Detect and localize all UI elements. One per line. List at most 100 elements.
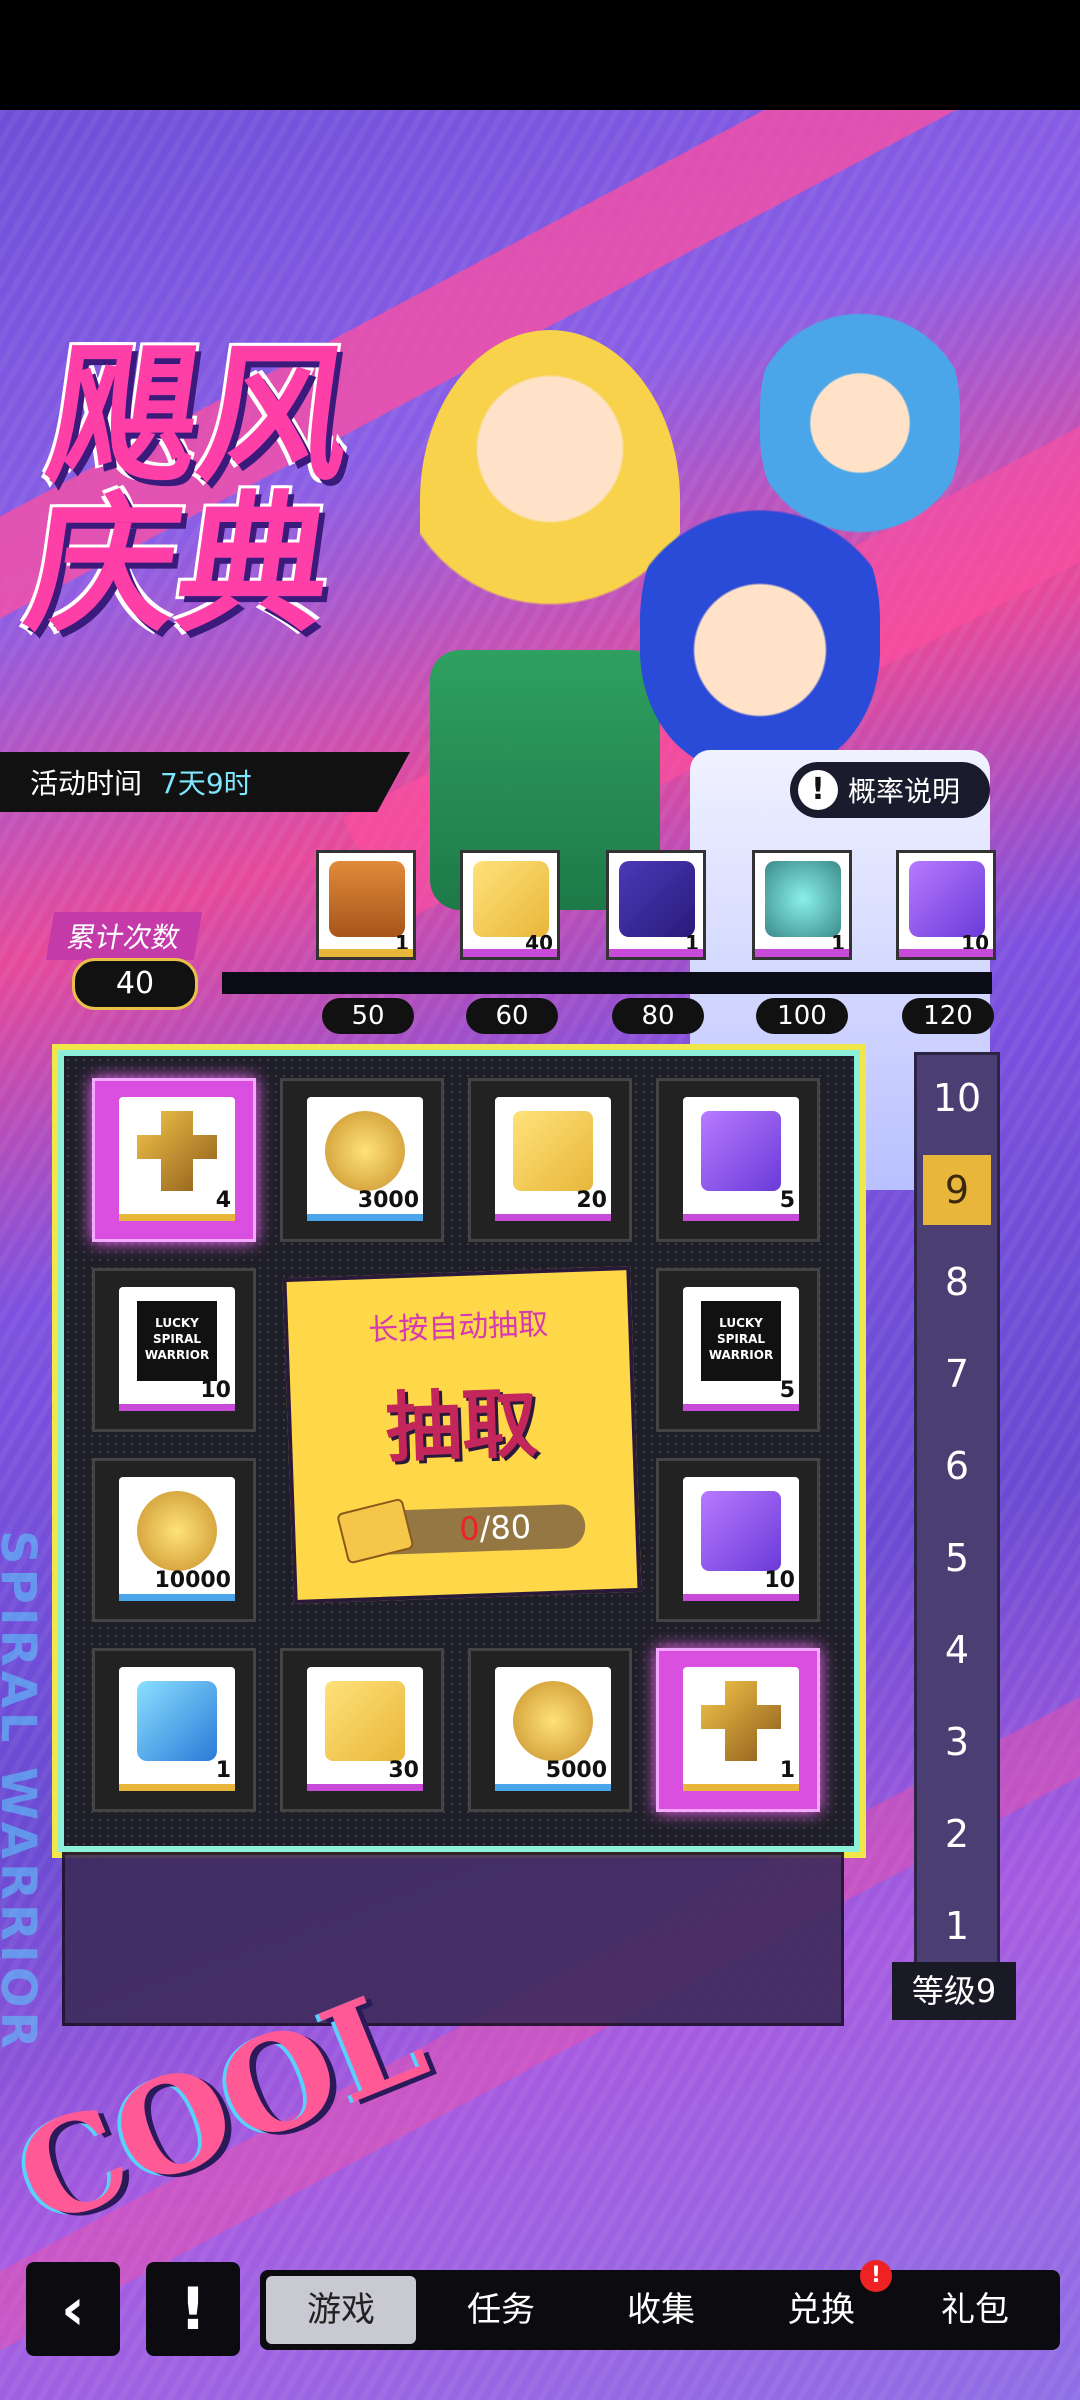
reward-cell: 1 — [656, 1648, 820, 1812]
tab-gift-pack[interactable]: 礼包 — [900, 2276, 1050, 2344]
level-item[interactable]: 1 — [917, 1891, 997, 1961]
lucky-text: WARRIOR — [708, 1348, 774, 1362]
milestone-reward[interactable]: 40 — [460, 850, 560, 960]
rarity-bar — [609, 949, 703, 957]
lucky-text: WARRIOR — [144, 1348, 210, 1362]
rarity-bar — [683, 1594, 799, 1601]
gold-ticket-icon — [336, 1497, 415, 1565]
reward-card: 4 — [119, 1097, 235, 1221]
level-item[interactable]: 10 — [917, 1063, 997, 1133]
reward-quantity: 10 — [200, 1378, 231, 1403]
current-level-label: 等级9 — [892, 1962, 1016, 2020]
milestone-threshold: 60 — [466, 998, 558, 1034]
rarity-bar — [307, 1784, 423, 1791]
reward-quantity: 10 — [764, 1568, 795, 1593]
lucky-spiral-warrior-ticket-icon: LUCKY SPIRAL WARRIOR — [137, 1301, 217, 1381]
activity-time-label: 活动时间 — [30, 767, 143, 800]
rarity-bar — [683, 1784, 799, 1791]
reward-quantity: 4 — [215, 1188, 231, 1213]
tab-game[interactable]: 游戏 — [266, 2276, 416, 2344]
draw-label: 抽取 — [384, 1378, 540, 1473]
reward-quantity: 20 — [576, 1188, 607, 1213]
draw-cost: 0/80 — [459, 1508, 532, 1548]
level-item-selected[interactable]: 9 — [923, 1155, 991, 1225]
back-button[interactable]: ‹ — [26, 2262, 120, 2356]
reward-quantity: 5 — [779, 1188, 795, 1213]
rarity-bar — [683, 1404, 799, 1411]
progress-track — [222, 972, 992, 994]
reward-card: 20 — [495, 1097, 611, 1221]
reward-card: 3000 — [307, 1097, 423, 1221]
reward-card: 5000 — [495, 1667, 611, 1791]
level-item[interactable]: 4 — [917, 1615, 997, 1685]
reward-cell: 10000 — [92, 1458, 256, 1622]
rarity-bar — [319, 949, 413, 957]
purple-ticket-icon — [701, 1491, 781, 1571]
event-title: 飓风 庆典 — [17, 327, 363, 653]
reward-quantity: 5 — [779, 1378, 795, 1403]
level-item[interactable]: 3 — [917, 1707, 997, 1777]
exclamation-icon: ! — [179, 2275, 207, 2343]
gold-ticket-icon — [325, 1681, 405, 1761]
milestone-threshold: 120 — [902, 998, 994, 1034]
reward-quantity: 1 — [779, 1758, 795, 1783]
rarity-bar — [119, 1214, 235, 1221]
rarity-bar — [495, 1784, 611, 1791]
reward-card: LUCKY SPIRAL WARRIOR 5 — [683, 1287, 799, 1411]
character-glasses-illustration — [640, 470, 880, 770]
draw-button[interactable]: 长按自动抽取 抽取 0/80 — [282, 1266, 642, 1604]
reward-card: 1 — [119, 1667, 235, 1791]
lucky-spiral-warrior-ticket-icon: LUCKY SPIRAL WARRIOR — [701, 1301, 781, 1381]
purple-ticket-icon — [701, 1111, 781, 1191]
gold-coin-icon — [137, 1491, 217, 1571]
reward-cell: 5 — [656, 1078, 820, 1242]
milestone-reward[interactable]: 1 — [316, 850, 416, 960]
reward-quantity: 30 — [388, 1758, 419, 1783]
rarity-bar — [119, 1594, 235, 1601]
rarity-bar — [463, 949, 557, 957]
probability-label: 概率说明 — [848, 775, 961, 808]
lucky-text: LUCKY — [155, 1316, 199, 1330]
reward-quantity: 1 — [215, 1758, 231, 1783]
level-item[interactable]: 5 — [917, 1523, 997, 1593]
activity-time: 活动时间 7天9时 — [0, 752, 410, 812]
reward-cell: 3000 — [280, 1078, 444, 1242]
reward-cell: 30 — [280, 1648, 444, 1812]
purple-ticket-icon — [909, 861, 985, 937]
level-item[interactable]: 6 — [917, 1431, 997, 1501]
rarity-bar — [307, 1214, 423, 1221]
milestone-threshold: 80 — [612, 998, 704, 1034]
reward-card: 5 — [683, 1097, 799, 1221]
reward-quantity: 5000 — [545, 1758, 607, 1783]
reward-cell: LUCKY SPIRAL WARRIOR 5 — [656, 1268, 820, 1432]
tab-collect[interactable]: 收集 — [586, 2276, 736, 2344]
reward-cell: LUCKY SPIRAL WARRIOR 10 — [92, 1268, 256, 1432]
milestone-threshold: 100 — [756, 998, 848, 1034]
chevron-left-icon: ‹ — [61, 2275, 85, 2343]
info-button[interactable]: ! — [146, 2262, 240, 2356]
event-title-line1: 飓风 — [38, 327, 363, 503]
tab-bar: 游戏 任务 收集 兑换 礼包 — [260, 2270, 1060, 2350]
gold-ticket-icon — [513, 1111, 593, 1191]
activity-time-value: 7天9时 — [160, 767, 252, 800]
lucky-text: SPIRAL — [152, 1332, 202, 1346]
gold-coin-icon — [513, 1681, 593, 1761]
level-item[interactable]: 7 — [917, 1339, 997, 1409]
reward-card: 10 — [683, 1477, 799, 1601]
milestone-reward[interactable]: 10 — [896, 850, 996, 960]
cumulative-value: 40 — [72, 958, 198, 1010]
milestone-reward[interactable]: 1 — [606, 850, 706, 960]
milestone-reward[interactable]: 1 — [752, 850, 852, 960]
event-title-line2: 庆典 — [17, 477, 342, 653]
level-item[interactable]: 2 — [917, 1799, 997, 1869]
info-panel — [62, 1852, 844, 2026]
probability-button[interactable]: ! 概率说明 — [790, 762, 990, 818]
reward-card: LUCKY SPIRAL WARRIOR 10 — [119, 1287, 235, 1411]
tab-tasks[interactable]: 任务 — [426, 2276, 576, 2344]
lucky-text: LUCKY — [719, 1316, 763, 1330]
spiral-warrior-decor: SPIRAL WARRIOR — [0, 1530, 46, 2053]
level-item[interactable]: 8 — [917, 1247, 997, 1317]
exclamation-icon: ! — [798, 770, 838, 810]
blue-chest-icon — [137, 1681, 217, 1761]
reward-quantity: 10000 — [154, 1568, 231, 1593]
